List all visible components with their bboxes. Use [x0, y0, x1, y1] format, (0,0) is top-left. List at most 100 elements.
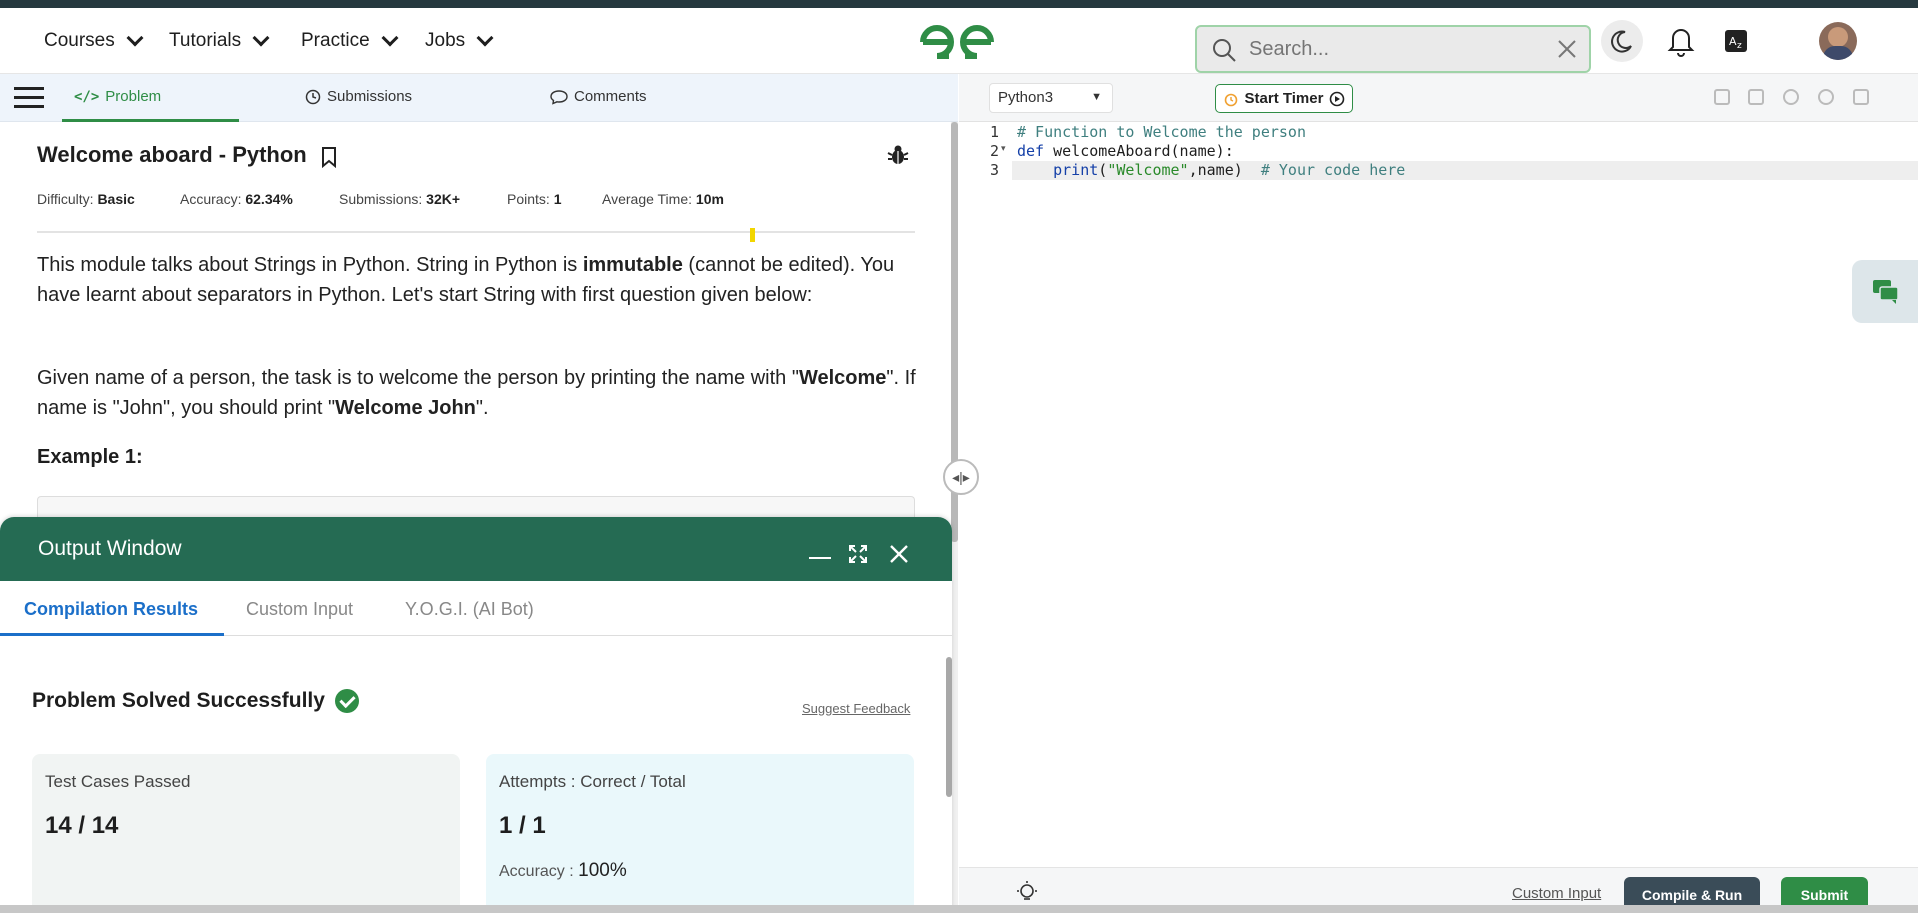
- nav-jobs-label: Jobs: [425, 30, 466, 51]
- close-icon[interactable]: [1557, 39, 1577, 59]
- tab-submissions[interactable]: Submissions: [305, 88, 412, 105]
- top-strip: [0, 0, 1918, 8]
- pane-resize-handle[interactable]: ◂|▸: [943, 459, 979, 495]
- meta-average-time: Average Time: 10m: [602, 191, 724, 207]
- chevron-down-icon: [381, 29, 399, 47]
- meta-accuracy: Accuracy: 62.34%: [180, 191, 293, 207]
- line-number: 3: [989, 161, 999, 179]
- code-line-3[interactable]: print("Welcome",name) # Your code here: [1017, 161, 1405, 179]
- problem-title: Welcome aboard - Python: [37, 142, 307, 168]
- output-active-tab-underline: [0, 633, 224, 636]
- caret-down-icon: ▼: [1091, 91, 1102, 103]
- moon-icon: [1611, 30, 1632, 53]
- copy-icon[interactable]: [1714, 89, 1730, 105]
- language-select[interactable]: Python3 ▼: [989, 83, 1113, 113]
- search-icon: [1213, 39, 1236, 62]
- chevron-down-icon: [476, 29, 494, 47]
- tab-problem[interactable]: </> Problem: [74, 88, 161, 105]
- output-window-header: Output Window: [0, 517, 952, 581]
- test-cases-value: 14 / 14: [45, 812, 119, 839]
- avatar[interactable]: [1819, 22, 1857, 60]
- tab-yogi-ai-bot[interactable]: Y.O.G.I. (AI Bot): [405, 599, 534, 620]
- settings-icon[interactable]: [1783, 89, 1799, 105]
- custom-input-link[interactable]: Custom Input: [1512, 885, 1601, 902]
- attempts-label: Attempts : Correct / Total: [499, 772, 686, 791]
- nav-jobs[interactable]: Jobs: [425, 29, 494, 52]
- line-number: 2: [989, 142, 999, 160]
- nav-practice-label: Practice: [301, 30, 370, 51]
- code-line-2[interactable]: def welcomeAboard(name):: [1017, 142, 1234, 160]
- search-box[interactable]: [1195, 25, 1591, 73]
- test-cases-label: Test Cases Passed: [45, 772, 191, 791]
- test-cases-card: Test Cases Passed 14 / 14: [32, 754, 460, 913]
- output-window-title: Output Window: [38, 537, 182, 560]
- nav-tutorials-label: Tutorials: [169, 30, 242, 51]
- example-heading: Example 1:: [37, 446, 143, 468]
- nav-tutorials[interactable]: Tutorials: [169, 29, 270, 52]
- line-number-gutter: [959, 122, 1012, 867]
- nav-courses-label: Courses: [44, 30, 115, 51]
- tab-custom-input[interactable]: Custom Input: [246, 599, 353, 620]
- tab-problem-label: Problem: [105, 88, 162, 105]
- chat-icon: [1873, 280, 1899, 304]
- meta-difficulty: Difficulty: Basic: [37, 191, 135, 207]
- output-window: Output Window Compilation Results Custom…: [0, 517, 952, 913]
- expand-icon[interactable]: [848, 544, 868, 564]
- gfg-logo[interactable]: [919, 22, 995, 62]
- meta-divider: [37, 231, 915, 233]
- active-tab-underline: [62, 119, 239, 122]
- close-icon[interactable]: [889, 544, 909, 564]
- alarm-icon: [1224, 93, 1237, 106]
- top-navbar: Courses Tutorials Practice Jobs Az: [0, 8, 1918, 74]
- problem-title-text: Welcome aboard - Python: [37, 142, 307, 167]
- tab-comments[interactable]: Comments: [550, 88, 647, 105]
- bug-report-icon[interactable]: [886, 143, 910, 167]
- check-circle-icon: [334, 689, 359, 713]
- attempts-card: Attempts : Correct / Total 1 / 1 Accurac…: [486, 754, 914, 913]
- bookmark-icon[interactable]: [321, 146, 337, 168]
- hamburger-menu-icon[interactable]: [14, 85, 44, 111]
- code-line-1[interactable]: # Function to Welcome the person: [1017, 123, 1306, 141]
- tab-compilation-results[interactable]: Compilation Results: [24, 599, 198, 620]
- fold-arrow-icon[interactable]: ▾: [1001, 143, 1006, 154]
- lightbulb-icon[interactable]: [1015, 880, 1039, 904]
- clock-icon: [305, 89, 321, 104]
- meta-submissions: Submissions: 32K+: [339, 191, 461, 207]
- bottom-strip: [0, 905, 1918, 913]
- play-circle-icon: [1330, 91, 1345, 106]
- chevron-down-icon: [126, 29, 144, 47]
- search-input[interactable]: [1247, 35, 1537, 63]
- minimize-icon[interactable]: [809, 557, 831, 559]
- problem-description-2: Given name of a person, the task is to w…: [37, 367, 916, 419]
- upload-icon[interactable]: [1748, 89, 1764, 105]
- tab-comments-label: Comments: [574, 88, 647, 105]
- reset-icon[interactable]: [1818, 89, 1834, 105]
- output-scrollbar-thumb[interactable]: [946, 657, 952, 797]
- attempts-value: 1 / 1: [499, 812, 546, 839]
- result-status-text: Problem Solved Successfully: [32, 689, 325, 712]
- start-timer-label: Start Timer: [1244, 90, 1324, 107]
- problem-description-1: This module talks about Strings in Pytho…: [37, 254, 895, 306]
- svg-text:z: z: [1737, 41, 1742, 51]
- chevron-down-icon: [252, 29, 270, 47]
- comment-icon: [550, 89, 568, 105]
- language-select-value: Python3: [998, 89, 1054, 106]
- tab-submissions-label: Submissions: [327, 88, 413, 105]
- dark-mode-toggle[interactable]: [1601, 20, 1643, 62]
- bell-icon[interactable]: [1667, 25, 1695, 57]
- line-number: 1: [989, 123, 999, 141]
- accuracy-label: Accuracy :: [499, 863, 574, 880]
- progress-marker: [750, 228, 755, 242]
- svg-text:A: A: [1729, 35, 1737, 48]
- start-timer-button[interactable]: Start Timer: [1215, 84, 1353, 113]
- code-editor[interactable]: [1012, 122, 1918, 867]
- translate-icon[interactable]: Az: [1724, 29, 1748, 53]
- problem-tabs: </> Problem Submissions Comments: [0, 74, 958, 122]
- chat-button[interactable]: [1852, 260, 1918, 323]
- code-icon: </>: [74, 88, 100, 105]
- nav-courses[interactable]: Courses: [44, 29, 144, 52]
- fullscreen-icon[interactable]: [1853, 89, 1869, 105]
- suggest-feedback-link[interactable]: Suggest Feedback: [802, 701, 910, 716]
- nav-practice[interactable]: Practice: [301, 29, 399, 52]
- accuracy-value: 100%: [578, 860, 627, 881]
